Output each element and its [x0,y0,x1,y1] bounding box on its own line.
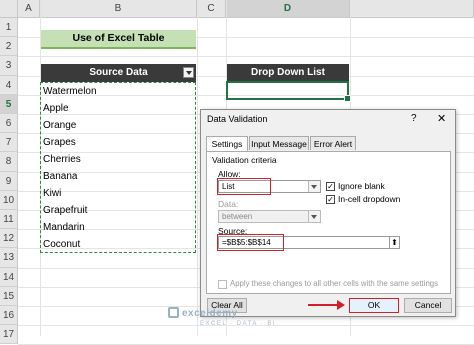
validation-criteria-label: Validation criteria [212,155,277,165]
column-header-d[interactable]: D [226,0,350,18]
row-header[interactable]: 12 [0,229,18,249]
close-icon[interactable]: ✕ [437,112,446,125]
ok-button[interactable]: OK [349,298,399,313]
row-header[interactable]: 9 [0,171,18,191]
highlight-box-source [217,234,284,251]
column-header-c[interactable]: C [197,0,226,18]
ignore-blank-checkbox[interactable]: ✓ [326,182,335,191]
row-header[interactable]: 17 [0,325,18,345]
row-header[interactable]: 16 [0,306,18,326]
drop-down-list-header[interactable]: Drop Down List [227,64,349,82]
row-header[interactable]: 3 [0,56,18,76]
data-label: Data: [218,199,239,209]
row-header[interactable]: 6 [0,114,18,134]
in-cell-dropdown-label: In-cell dropdown [338,194,401,204]
pointer-arrow-icon [337,300,345,310]
exceldemy-logo-icon [168,307,179,318]
apply-all-checkbox[interactable] [218,280,227,289]
pointer-arrow-line [308,304,338,306]
highlight-box-allow [217,178,271,195]
apply-all-label: Apply these changes to all other cells w… [230,279,439,288]
settings-panel: Validation criteria Allow: List ✓ Ignore… [206,151,451,294]
corner-cell[interactable] [0,0,18,18]
row-header[interactable]: 7 [0,133,18,153]
row-header[interactable]: 1 [0,18,18,38]
tab-settings[interactable]: Settings [206,136,248,152]
source-data-header-label: Source Data [89,67,148,78]
row-header[interactable]: 4 [0,75,18,95]
row-header[interactable]: 14 [0,267,18,287]
table-cell[interactable]: Coconut [43,235,80,254]
row-header[interactable]: 15 [0,286,18,306]
fill-handle[interactable] [344,95,351,102]
tab-error-alert[interactable]: Error Alert [310,136,356,150]
title-cell[interactable]: Use of Excel Table [41,30,196,49]
tab-input-message[interactable]: Input Message [249,136,309,150]
row-header[interactable]: 8 [0,152,18,172]
column-header-a[interactable]: A [18,0,40,18]
column-header-b[interactable]: B [40,0,197,18]
ignore-blank-label: Ignore blank [338,181,385,191]
gridline [197,0,198,336]
gridline [18,56,474,58]
data-select-value: between [222,212,253,221]
row-header[interactable]: 5 [0,94,18,114]
row-header[interactable]: 10 [0,190,18,210]
data-select[interactable]: between [218,210,321,223]
source-data-header[interactable]: Source Data [41,64,196,82]
watermark: exceldemy [182,308,238,319]
column-header-e[interactable] [350,0,474,18]
collapse-dialog-icon[interactable]: ⬆ [389,236,400,249]
chevron-down-icon[interactable] [308,211,320,222]
dialog-title: Data Validation [207,114,268,124]
watermark-subtitle: EXCEL · DATA · BI [200,321,277,327]
cancel-button[interactable]: Cancel [404,298,452,313]
row-header[interactable]: 13 [0,248,18,268]
selected-cell-d5[interactable] [226,81,351,102]
help-icon[interactable]: ? [411,113,417,124]
row-header[interactable]: 11 [0,210,18,230]
chevron-down-icon[interactable] [308,181,320,192]
data-validation-dialog: Data Validation ? ✕ Settings Input Messa… [200,109,456,317]
in-cell-dropdown-checkbox[interactable]: ✓ [326,195,335,204]
filter-dropdown-icon[interactable] [183,67,194,78]
row-header[interactable]: 2 [0,37,18,57]
